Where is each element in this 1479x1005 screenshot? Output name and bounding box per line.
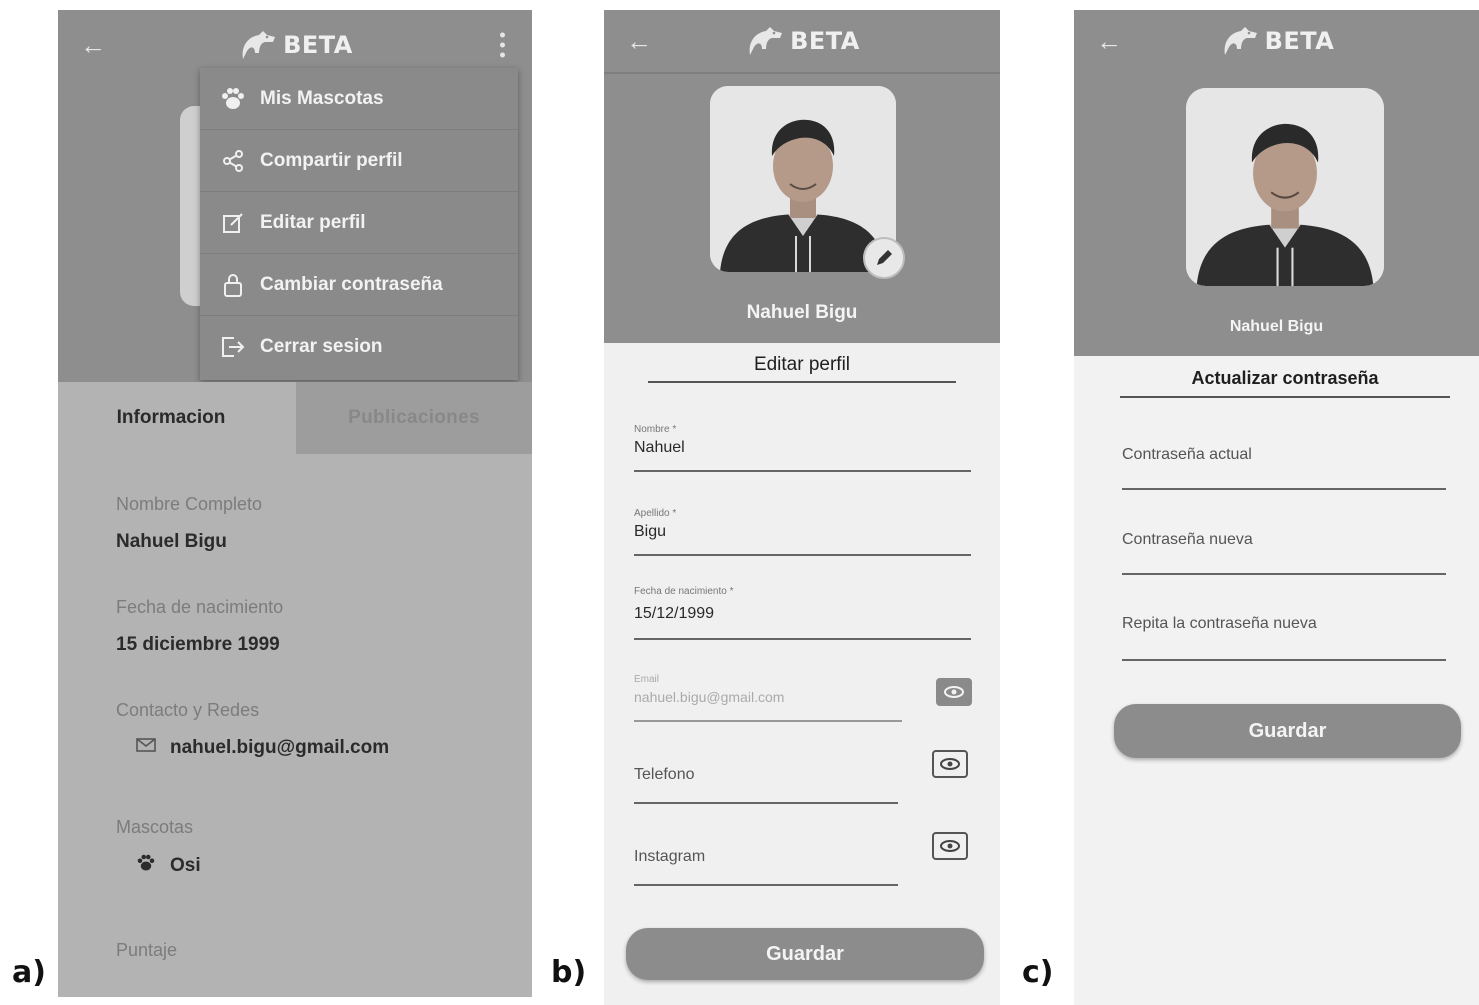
nombre-label: Nombre * bbox=[634, 424, 677, 435]
nombre-field[interactable]: Nombre * Nahuel bbox=[634, 424, 971, 472]
email-value: nahuel.bigu@gmail.com bbox=[170, 737, 390, 758]
instagram-placeholder: Instagram bbox=[634, 848, 706, 865]
birth-date-label: Fecha de nacimiento * bbox=[634, 586, 734, 597]
save-button[interactable]: Guardar bbox=[626, 928, 984, 980]
dog-logo-icon bbox=[749, 27, 783, 55]
dog-logo-icon bbox=[1224, 27, 1257, 55]
email-label: Email bbox=[634, 674, 660, 685]
apellido-value: Bigu bbox=[634, 523, 667, 540]
profile-name: Nahuel Bigu bbox=[746, 302, 858, 323]
email-row[interactable]: nahuel.bigu@gmail.com bbox=[116, 737, 516, 759]
save-button[interactable]: Guardar bbox=[1114, 704, 1461, 758]
email-field[interactable]: Email nahuel.bigu@gmail.com bbox=[634, 674, 902, 722]
app-bar: ← BETA bbox=[604, 10, 1000, 72]
overflow-menu: Mis Mascotas Compartir perfil Editar per… bbox=[200, 68, 518, 380]
nombre-value: Nahuel bbox=[634, 439, 685, 456]
tab-publicaciones[interactable]: Publicaciones bbox=[296, 382, 532, 454]
current-password-field[interactable]: Contraseña actual bbox=[1122, 446, 1446, 490]
back-arrow-icon[interactable]: ← bbox=[1096, 28, 1122, 54]
edit-photo-button[interactable] bbox=[863, 237, 905, 279]
full-name-label: Nombre Completo bbox=[116, 494, 263, 514]
back-arrow-icon[interactable]: ← bbox=[80, 32, 106, 58]
panel-label-c: c) bbox=[1022, 955, 1054, 990]
apellido-label: Apellido * bbox=[634, 508, 677, 519]
birth-date-value: 15/12/1999 bbox=[634, 605, 715, 622]
new-password-placeholder: Contraseña nueva bbox=[1122, 531, 1253, 548]
telefono-placeholder: Telefono bbox=[634, 766, 695, 783]
menu-item-label: Editar perfil bbox=[260, 211, 366, 233]
score-label: Puntaje bbox=[116, 940, 178, 960]
contact-label: Contacto y Redes bbox=[116, 700, 260, 720]
current-password-placeholder: Contraseña actual bbox=[1122, 446, 1252, 463]
profile-name: Nahuel Bigu bbox=[1229, 318, 1324, 335]
repeat-password-placeholder: Repita la contraseña nueva bbox=[1122, 615, 1317, 632]
title-underline bbox=[1120, 396, 1450, 398]
profile-screen: ← BETA Mis Mascotas Compartir perfil Edi… bbox=[58, 10, 532, 997]
back-arrow-icon[interactable]: ← bbox=[626, 28, 652, 54]
full-name-value: Nahuel Bigu bbox=[116, 531, 227, 552]
profile-info: Nombre Completo Nahuel Bigu Fecha de nac… bbox=[116, 494, 516, 977]
menu-item-editar-perfil[interactable]: Editar perfil bbox=[200, 192, 518, 254]
profile-photo bbox=[1186, 88, 1384, 286]
birth-date-label: Fecha de nacimiento bbox=[116, 597, 284, 617]
lock-icon bbox=[220, 272, 246, 298]
page-title: Actualizar contraseña bbox=[1191, 368, 1379, 388]
pets-label: Mascotas bbox=[116, 817, 194, 837]
divider bbox=[604, 72, 1000, 74]
paw-icon bbox=[136, 854, 156, 878]
birth-date-field[interactable]: Fecha de nacimiento * 15/12/1999 bbox=[634, 586, 971, 640]
share-icon bbox=[220, 148, 246, 174]
eye-icon bbox=[944, 686, 964, 698]
telefono-field[interactable]: Telefono bbox=[634, 766, 898, 804]
pet-row[interactable]: Osi bbox=[116, 854, 516, 878]
eye-icon bbox=[940, 758, 960, 770]
new-password-field[interactable]: Contraseña nueva bbox=[1122, 531, 1446, 575]
app-bar: ← BETA bbox=[1074, 10, 1479, 72]
logout-icon bbox=[220, 334, 246, 360]
menu-item-label: Cambiar contraseña bbox=[260, 273, 443, 295]
panel-label-a: a) bbox=[12, 955, 46, 990]
change-password-screen: ← BETA Nahuel Bigu Actualizar contraseña… bbox=[1074, 10, 1479, 1005]
tab-informacion[interactable]: Informacion bbox=[58, 382, 296, 454]
menu-item-label: Compartir perfil bbox=[260, 149, 403, 171]
person-photo bbox=[1186, 88, 1384, 286]
profile-tabs: Informacion Publicaciones bbox=[58, 382, 532, 454]
menu-item-cerrar-sesion[interactable]: Cerrar sesion bbox=[200, 316, 518, 378]
title-underline bbox=[648, 381, 956, 383]
page-title: Editar perfil bbox=[753, 354, 851, 375]
telefono-visibility-toggle[interactable] bbox=[932, 750, 968, 778]
paw-icon bbox=[220, 86, 246, 112]
pet-name: Osi bbox=[170, 855, 201, 876]
instagram-visibility-toggle[interactable] bbox=[932, 832, 968, 860]
menu-item-compartir-perfil[interactable]: Compartir perfil bbox=[200, 130, 518, 192]
logo: BETA bbox=[237, 29, 353, 61]
more-vert-icon[interactable] bbox=[500, 32, 506, 58]
dog-logo-icon bbox=[242, 31, 276, 59]
repeat-password-field[interactable]: Repita la contraseña nueva bbox=[1122, 615, 1446, 661]
birth-date-value: 15 diciembre 1999 bbox=[116, 634, 280, 655]
menu-item-mis-mascotas[interactable]: Mis Mascotas bbox=[200, 68, 518, 130]
brand-name: BETA bbox=[790, 27, 860, 55]
instagram-field[interactable]: Instagram bbox=[634, 848, 898, 886]
logo: BETA bbox=[1219, 25, 1335, 57]
menu-item-cambiar-contrasena[interactable]: Cambiar contraseña bbox=[200, 254, 518, 316]
email-visibility-toggle[interactable] bbox=[936, 678, 972, 706]
menu-item-label: Cerrar sesion bbox=[260, 336, 383, 357]
menu-item-label: Mis Mascotas bbox=[260, 87, 384, 109]
brand-name: BETA bbox=[1264, 27, 1335, 55]
brand-name: BETA bbox=[283, 31, 353, 59]
panel-label-b: b) bbox=[551, 955, 587, 990]
edit-profile-screen: ← BETA Nahuel Bigu Editar perfil Nombre bbox=[604, 10, 1000, 1005]
pencil-icon bbox=[877, 250, 892, 265]
mail-icon bbox=[136, 737, 156, 759]
apellido-field[interactable]: Apellido * Bigu bbox=[634, 508, 971, 556]
email-value: nahuel.bigu@gmail.com bbox=[634, 689, 785, 705]
logo: BETA bbox=[744, 25, 860, 57]
eye-icon bbox=[940, 840, 960, 852]
edit-icon bbox=[220, 210, 246, 236]
